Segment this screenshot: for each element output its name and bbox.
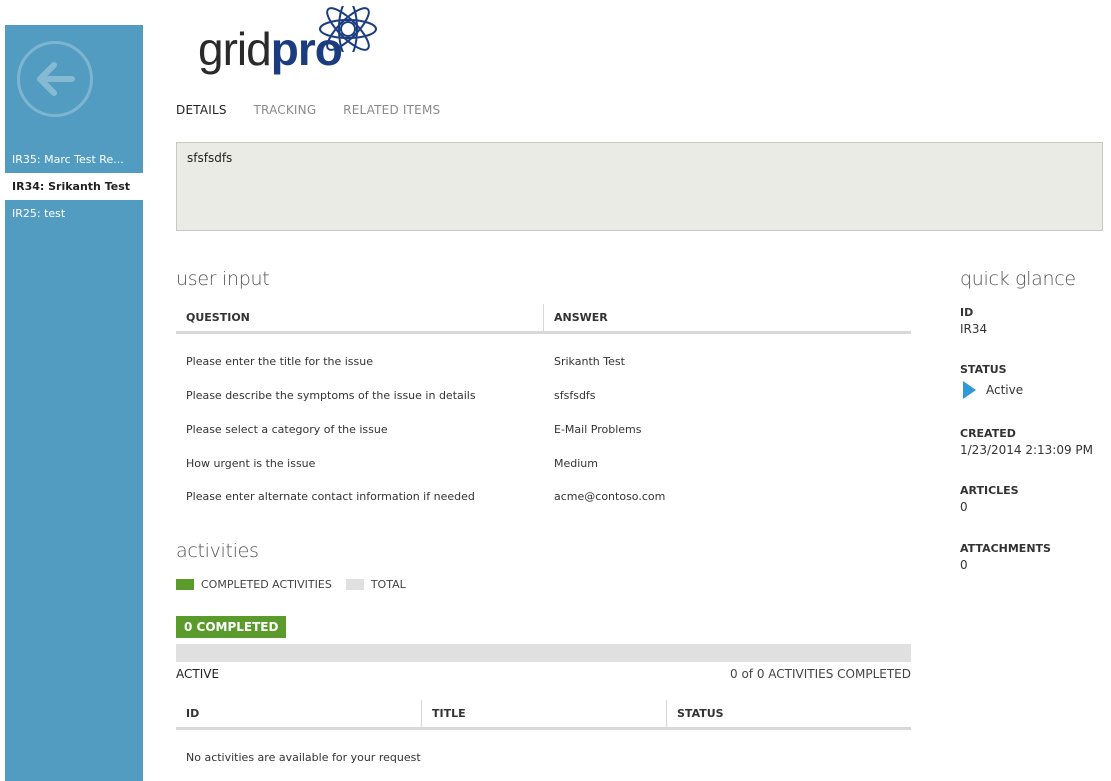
table-row: How urgent is the issue Medium — [176, 457, 911, 477]
answer-cell: sfsfsdfs — [554, 389, 596, 402]
table-row: Please describe the symptoms of the issu… — [176, 389, 911, 409]
id-value: IR34 — [960, 322, 988, 336]
status-value: Active — [986, 383, 1024, 397]
detail-tabs: DETAILS TRACKING RELATED ITEMS — [176, 103, 463, 117]
articles-label: ARTICLES — [960, 484, 1019, 497]
column-header-id[interactable]: ID — [176, 700, 421, 727]
activities-title: activities — [176, 540, 259, 562]
legend-label-completed: COMPLETED ACTIVITIES — [201, 577, 332, 591]
request-list-item[interactable]: IR25: test — [5, 200, 143, 227]
user-input-title: user input — [176, 268, 270, 290]
question-cell: Please enter alternate contact informati… — [186, 490, 475, 503]
table-row: Please enter alternate contact informati… — [176, 490, 911, 510]
request-list-item[interactable]: IR35: Marc Test Re... — [5, 146, 143, 173]
tab-tracking[interactable]: TRACKING — [254, 103, 317, 117]
status-active-icon — [963, 381, 976, 399]
column-header-title[interactable]: TITLE — [421, 700, 666, 727]
request-list: IR35: Marc Test Re... IR34: Srikanth Tes… — [5, 146, 143, 227]
attachments-value: 0 — [960, 558, 968, 572]
back-arrow-icon — [37, 62, 75, 96]
status-label: STATUS — [960, 363, 1007, 376]
table-row: Please enter the title for the issue Sri… — [176, 355, 911, 375]
active-label: ACTIVE — [176, 667, 220, 681]
sidebar: IR35: Marc Test Re... IR34: Srikanth Tes… — [5, 25, 143, 781]
question-cell: How urgent is the issue — [186, 457, 316, 470]
activities-progress-bar — [176, 644, 911, 662]
column-header-status[interactable]: STATUS — [666, 700, 911, 727]
table-row: Please select a category of the issue E-… — [176, 423, 911, 443]
id-label: ID — [960, 306, 974, 319]
quick-glance-attachments: ATTACHMENTS 0 — [960, 542, 1051, 572]
description-text: sfsfsdfs — [187, 151, 233, 165]
quick-glance-status: STATUS Active — [960, 363, 1023, 399]
quick-glance-articles: ARTICLES 0 — [960, 484, 1019, 514]
question-cell: Please describe the symptoms of the issu… — [186, 389, 476, 402]
created-label: CREATED — [960, 427, 1016, 440]
column-header-answer[interactable]: ANSWER — [543, 304, 911, 331]
legend-swatch-total — [345, 578, 364, 590]
back-button[interactable] — [17, 41, 93, 117]
question-cell: Please enter the title for the issue — [186, 355, 374, 368]
quick-glance-id: ID IR34 — [960, 306, 987, 336]
globe-logo-icon — [319, 6, 377, 52]
column-header-question[interactable]: QUESTION — [176, 304, 543, 331]
legend-label-total: TOTAL — [370, 577, 406, 591]
tab-details[interactable]: DETAILS — [176, 103, 227, 117]
request-list-item-selected[interactable]: IR34: Srikanth Test — [5, 173, 143, 200]
articles-value: 0 — [960, 500, 968, 514]
question-cell: Please select a category of the issue — [186, 423, 388, 436]
logo-text-grid: grid — [198, 23, 272, 75]
quick-glance-title: quick glance — [960, 268, 1076, 290]
answer-cell: Medium — [554, 457, 598, 470]
description-box: sfsfsdfs — [176, 142, 1103, 231]
answer-cell: Srikanth Test — [554, 355, 625, 368]
completed-badge: 0 COMPLETED — [176, 616, 287, 638]
user-input-table-header: QUESTION ANSWER — [176, 304, 911, 334]
answer-cell: E-Mail Problems — [554, 423, 642, 436]
legend-swatch-completed — [176, 578, 194, 590]
quick-glance-created: CREATED 1/23/2014 2:13:09 PM — [960, 427, 1093, 457]
activities-legend: COMPLETED ACTIVITIES TOTAL — [176, 577, 420, 591]
created-value: 1/23/2014 2:13:09 PM — [960, 443, 1094, 457]
activities-count: 0 of 0 ACTIVITIES COMPLETED — [730, 667, 911, 681]
gridpro-logo: gridpro — [198, 6, 388, 78]
tab-related-items[interactable]: RELATED ITEMS — [343, 103, 440, 117]
activities-empty-message: No activities are available for your req… — [186, 751, 421, 764]
attachments-label: ATTACHMENTS — [960, 542, 1051, 555]
activities-table-header: ID TITLE STATUS — [176, 700, 911, 730]
answer-cell: acme@contoso.com — [554, 490, 666, 503]
